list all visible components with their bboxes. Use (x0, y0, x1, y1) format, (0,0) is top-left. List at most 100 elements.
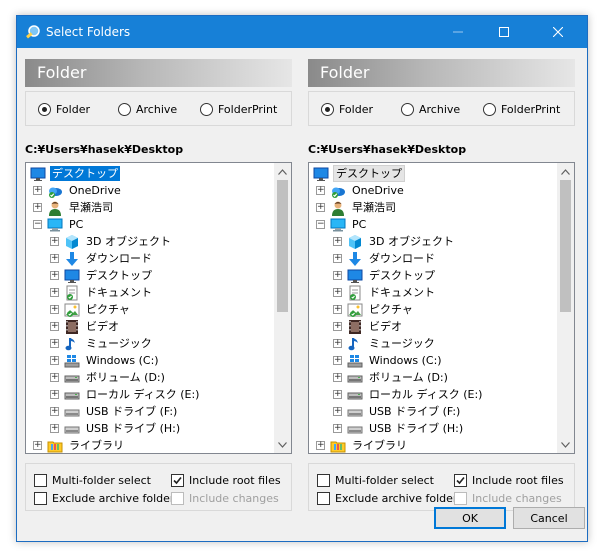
tree-item[interactable]: Windows (C:) (347, 352, 444, 369)
expand-icon[interactable]: + (333, 271, 342, 280)
expand-icon[interactable]: + (333, 373, 342, 382)
tree-item[interactable]: デスクトップ (64, 267, 154, 284)
expand-icon[interactable]: + (333, 254, 342, 263)
tree-item[interactable]: デスクトップ (30, 165, 120, 182)
checkbox-box[interactable] (34, 492, 47, 505)
exclude-archive-checkbox[interactable]: Exclude archive folders (317, 492, 463, 505)
tree-scrollbar[interactable] (557, 163, 574, 453)
radio-circle[interactable] (483, 103, 496, 116)
tree-item[interactable]: ドキュメント (64, 284, 154, 301)
checkbox-box[interactable] (317, 474, 330, 487)
checkbox-box[interactable] (34, 474, 47, 487)
include-root-files-checkbox[interactable]: Include root files (171, 474, 281, 487)
checkbox-box[interactable] (171, 474, 184, 487)
expand-icon[interactable]: + (333, 407, 342, 416)
expand-icon[interactable]: + (316, 186, 325, 195)
tree-item[interactable]: ボリューム (D:) (64, 369, 167, 386)
expand-icon[interactable]: + (33, 203, 42, 212)
tree-item[interactable]: ローカル ディスク (E:) (347, 386, 484, 403)
tree-item[interactable]: ボリューム (D:) (347, 369, 450, 386)
expand-icon[interactable]: + (316, 441, 325, 450)
tree-item[interactable]: ドキュメント (347, 284, 437, 301)
expand-icon[interactable]: + (50, 356, 59, 365)
ok-button[interactable]: OK (434, 507, 506, 529)
tree-item[interactable]: PC (47, 216, 85, 233)
tree-item[interactable]: ミュージック (347, 335, 437, 352)
tree-item[interactable]: ピクチャ (347, 301, 415, 318)
tree-item[interactable]: ダウンロード (64, 250, 154, 267)
expand-icon[interactable]: + (333, 322, 342, 331)
radio-folder[interactable]: Folder (321, 103, 373, 116)
expand-icon[interactable]: + (333, 288, 342, 297)
tree-item[interactable]: OneDrive (330, 182, 406, 199)
expand-icon[interactable]: + (333, 356, 342, 365)
radio-folderprint[interactable]: FolderPrint (483, 103, 560, 116)
expand-icon[interactable]: + (50, 424, 59, 433)
radio-circle[interactable] (401, 103, 414, 116)
tree-item[interactable]: USB ドライブ (H:) (347, 420, 465, 437)
scroll-thumb[interactable] (277, 180, 288, 312)
expand-icon[interactable]: + (333, 424, 342, 433)
multi-folder-checkbox[interactable]: Multi-folder select (34, 474, 151, 487)
minimize-button[interactable] (435, 16, 481, 48)
expand-icon[interactable]: + (50, 390, 59, 399)
expand-icon[interactable]: + (316, 203, 325, 212)
radio-circle[interactable] (321, 103, 334, 116)
tree-item[interactable]: 早瀬浩司 (330, 199, 398, 216)
radio-archive[interactable]: Archive (118, 103, 177, 116)
expand-icon[interactable]: + (50, 373, 59, 382)
tree-item[interactable]: 早瀬浩司 (47, 199, 115, 216)
multi-folder-checkbox[interactable]: Multi-folder select (317, 474, 434, 487)
radio-folder[interactable]: Folder (38, 103, 90, 116)
expand-icon[interactable]: + (333, 237, 342, 246)
tree-item[interactable]: PC (330, 216, 368, 233)
exclude-archive-checkbox[interactable]: Exclude archive folders (34, 492, 180, 505)
expand-icon[interactable]: + (33, 186, 42, 195)
scroll-up-icon[interactable] (557, 163, 574, 180)
scroll-up-icon[interactable] (274, 163, 291, 180)
tree-item[interactable]: ライブラリ (330, 437, 409, 453)
tree-item[interactable]: 3D オブジェクト (347, 233, 456, 250)
scroll-thumb[interactable] (560, 180, 571, 312)
tree-item[interactable]: OneDrive (47, 182, 123, 199)
tree-item[interactable]: ピクチャ (64, 301, 132, 318)
tree-item[interactable]: ダウンロード (347, 250, 437, 267)
title-bar[interactable]: Select Folders (17, 16, 587, 48)
expand-icon[interactable]: + (333, 390, 342, 399)
radio-folderprint[interactable]: FolderPrint (200, 103, 277, 116)
tree-item[interactable]: Windows (C:) (64, 352, 161, 369)
expand-icon[interactable]: + (50, 407, 59, 416)
tree-item[interactable]: ローカル ディスク (E:) (64, 386, 201, 403)
scroll-down-icon[interactable] (274, 436, 291, 453)
tree-item[interactable]: ビデオ (64, 318, 121, 335)
tree-item[interactable]: USB ドライブ (F:) (347, 403, 462, 420)
expand-icon[interactable]: + (50, 254, 59, 263)
expand-icon[interactable]: + (333, 305, 342, 314)
folder-tree[interactable]: デスクトップ + OneDrive + 早瀬浩司 − PC + 3D オブジェク… (25, 162, 292, 454)
checkbox-box[interactable] (317, 492, 330, 505)
tree-item[interactable]: USB ドライブ (H:) (64, 420, 182, 437)
expand-icon[interactable]: + (50, 305, 59, 314)
tree-item[interactable]: 3D オブジェクト (64, 233, 173, 250)
tree-item[interactable]: デスクトップ (347, 267, 437, 284)
tree-item[interactable]: ライブラリ (47, 437, 126, 453)
include-root-files-checkbox[interactable]: Include root files (454, 474, 564, 487)
expand-icon[interactable]: + (50, 237, 59, 246)
scroll-down-icon[interactable] (557, 436, 574, 453)
tree-item[interactable]: ビデオ (347, 318, 404, 335)
expand-icon[interactable]: + (50, 271, 59, 280)
expand-icon[interactable]: + (50, 288, 59, 297)
tree-item[interactable]: ミュージック (64, 335, 154, 352)
maximize-button[interactable] (481, 16, 527, 48)
expand-icon[interactable]: + (50, 339, 59, 348)
collapse-icon[interactable]: − (33, 220, 42, 229)
expand-icon[interactable]: + (50, 322, 59, 331)
tree-scrollbar[interactable] (274, 163, 291, 453)
expand-icon[interactable]: + (33, 441, 42, 450)
radio-archive[interactable]: Archive (401, 103, 460, 116)
checkbox-box[interactable] (454, 474, 467, 487)
radio-circle[interactable] (118, 103, 131, 116)
radio-circle[interactable] (38, 103, 51, 116)
radio-circle[interactable] (200, 103, 213, 116)
cancel-button[interactable]: Cancel (513, 507, 585, 529)
